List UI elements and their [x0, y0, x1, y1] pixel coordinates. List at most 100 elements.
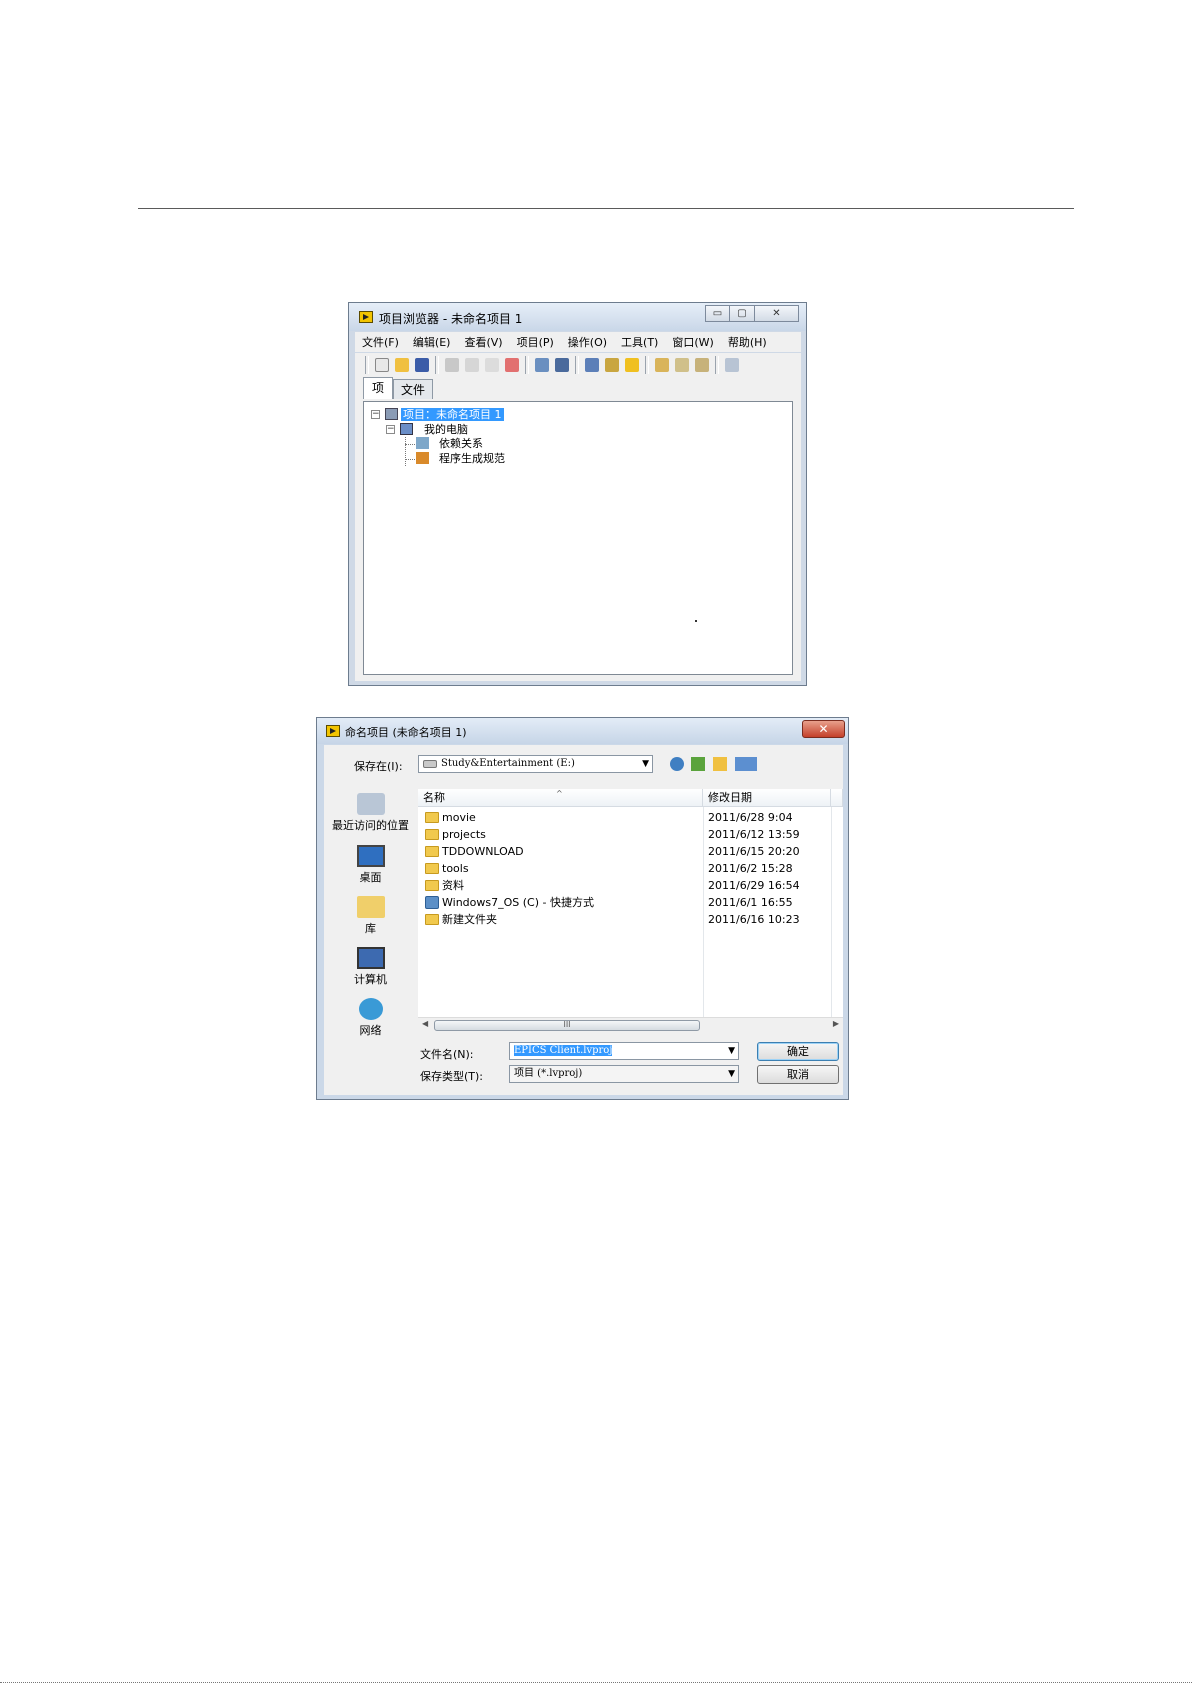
dialog-close-button[interactable]: ✕ — [802, 720, 845, 738]
file-name: movie — [442, 811, 476, 824]
desktop-icon — [356, 845, 385, 867]
folder-icon — [425, 914, 439, 925]
place-recent[interactable]: 最近访问的位置 — [324, 793, 417, 833]
libraries-icon — [356, 896, 385, 918]
column-header-date[interactable]: 修改日期 — [703, 789, 831, 807]
file-name: tools — [442, 862, 469, 875]
save-all-icon[interactable] — [415, 358, 429, 372]
menu-view[interactable]: 查看(V) — [457, 334, 509, 350]
place-label: 计算机 — [354, 973, 387, 986]
filetype-value: 项目 (*.lvproj) — [514, 1068, 583, 1079]
build-icon[interactable] — [535, 358, 549, 372]
network-icon — [358, 998, 383, 1020]
menu-operate[interactable]: 操作(O) — [561, 334, 614, 350]
toolbar-separator — [645, 356, 649, 374]
up-folder-icon[interactable] — [691, 757, 705, 771]
stray-mark — [695, 620, 697, 622]
tab-items[interactable]: 项 — [363, 377, 393, 399]
close-button[interactable]: ✕ — [755, 305, 799, 322]
deploy-icon[interactable] — [555, 358, 569, 372]
shortcut-icon — [425, 896, 439, 909]
column-header-more[interactable] — [831, 789, 843, 807]
labview-app-icon — [359, 311, 373, 323]
chevron-down-icon: ▼ — [728, 1046, 735, 1056]
menu-help[interactable]: 帮助(H) — [721, 334, 774, 350]
tab-strip: 项 文件 — [355, 377, 801, 399]
scroll-left-icon[interactable]: ◀ — [422, 1019, 428, 1028]
file-name: Windows7_OS (C) - 快捷方式 — [442, 896, 594, 909]
checkin-icon[interactable] — [695, 358, 709, 372]
column-divider — [831, 807, 832, 1017]
tree-panel: − 项目：未命名项目 1 − 我的电脑 依赖关系 程序生成规范 — [355, 399, 801, 681]
menu-tools[interactable]: 工具(T) — [614, 334, 665, 350]
chevron-down-icon: ▼ — [728, 1069, 735, 1079]
warning-icon[interactable] — [625, 358, 639, 372]
tree-item-my-computer[interactable]: 我的电脑 — [424, 423, 468, 437]
place-label: 最近访问的位置 — [332, 819, 409, 832]
tab-files[interactable]: 文件 — [393, 379, 433, 399]
checkout-icon[interactable] — [675, 358, 689, 372]
history-icon[interactable] — [725, 358, 739, 372]
save-dialog-titlebar[interactable]: 命名项目 (未命名项目 1) ✕ — [317, 718, 848, 744]
sort-ascending-icon: ^ — [556, 789, 563, 798]
page-rule — [138, 208, 1074, 209]
build-specifications-icon — [416, 452, 429, 464]
menu-window[interactable]: 窗口(W) — [665, 334, 720, 350]
tree-item-build-specifications[interactable]: 程序生成规范 — [439, 452, 505, 466]
project-browser-titlebar[interactable]: 项目浏览器 - 未命名项目 1 ▭ ▢ ✕ — [349, 303, 806, 331]
save-in-combo[interactable]: Study&Entertainment (E:) ▼ — [418, 755, 653, 773]
folder-icon — [425, 880, 439, 891]
dialog-title: 命名项目 (未命名项目 1) — [345, 726, 467, 739]
ok-button[interactable]: 确定 — [757, 1042, 839, 1061]
horizontal-scrollbar[interactable]: ◀ III ▶ — [418, 1017, 843, 1032]
delete-icon[interactable] — [505, 358, 519, 372]
collapse-icon[interactable]: − — [386, 425, 395, 434]
scroll-right-icon[interactable]: ▶ — [833, 1019, 839, 1028]
menu-project[interactable]: 项目(P) — [510, 334, 561, 350]
file-name: 资料 — [442, 879, 464, 892]
menu-file[interactable]: 文件(F) — [355, 334, 406, 350]
save-in-label: 保存在(I): — [354, 760, 403, 773]
back-icon[interactable] — [670, 757, 684, 771]
tree-item-project-label: 项目：未命名项目 1 — [401, 408, 504, 421]
copy-icon[interactable] — [465, 358, 479, 372]
window-title: 项目浏览器 - 未命名项目 1 — [379, 312, 523, 326]
menu-bar: 文件(F) 编辑(E) 查看(V) 项目(P) 操作(O) 工具(T) 窗口(W… — [355, 332, 801, 352]
filetype-select[interactable]: 项目 (*.lvproj) ▼ — [509, 1065, 739, 1083]
source-control-icon[interactable] — [655, 358, 669, 372]
place-computer[interactable]: 计算机 — [324, 947, 417, 987]
tree-guide-line — [405, 444, 415, 445]
view-menu-icon[interactable] — [735, 757, 757, 771]
filename-label: 文件名(N): — [420, 1048, 474, 1061]
tree-item-project[interactable]: 项目：未命名项目 1 — [401, 408, 504, 422]
view-options-icon[interactable] — [585, 358, 599, 372]
filename-combo[interactable]: EPICS Client.lvproj ▼ — [509, 1042, 739, 1060]
maximize-button[interactable]: ▢ — [730, 305, 755, 322]
file-name: 新建文件夹 — [442, 913, 497, 926]
place-desktop[interactable]: 桌面 — [324, 845, 417, 885]
new-folder-icon[interactable] — [713, 757, 727, 771]
paste-icon[interactable] — [485, 358, 499, 372]
place-libraries[interactable]: 库 — [324, 896, 417, 936]
labview-app-icon — [326, 725, 340, 737]
tree-item-dependencies[interactable]: 依赖关系 — [439, 437, 483, 451]
save-dialog-window: 命名项目 (未命名项目 1) ✕ 保存在(I): Study&Entertain… — [316, 717, 849, 1100]
scrollbar-thumb[interactable]: III — [434, 1020, 700, 1031]
new-icon[interactable] — [375, 358, 389, 372]
menu-edit[interactable]: 编辑(E) — [406, 334, 458, 350]
resolve-conflicts-icon[interactable] — [605, 358, 619, 372]
collapse-icon[interactable]: − — [371, 410, 380, 419]
cancel-button[interactable]: 取消 — [757, 1065, 839, 1084]
project-icon — [385, 408, 398, 420]
open-folder-icon[interactable] — [395, 358, 409, 372]
minimize-button[interactable]: ▭ — [705, 305, 730, 322]
toolbar-separator — [715, 356, 719, 374]
file-name: TDDOWNLOAD — [442, 845, 524, 858]
folder-icon — [425, 846, 439, 857]
chevron-down-icon: ▼ — [642, 759, 649, 769]
column-header-name[interactable]: 名称 ^ — [418, 789, 703, 807]
file-date: 2011/6/29 16:54 — [708, 879, 800, 892]
window-controls: ▭ ▢ ✕ — [705, 305, 799, 322]
place-network[interactable]: 网络 — [324, 998, 417, 1038]
cut-icon[interactable] — [445, 358, 459, 372]
